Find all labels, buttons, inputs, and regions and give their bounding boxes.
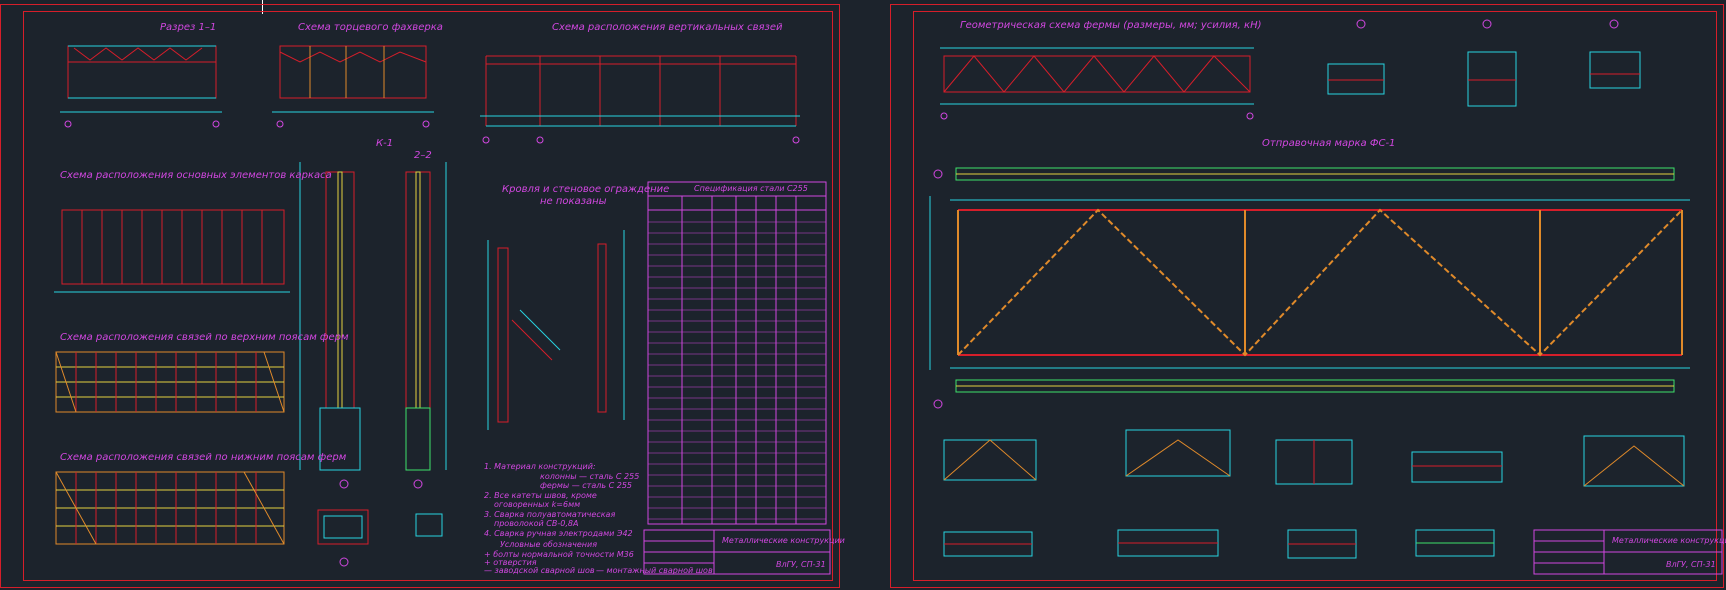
title-shipping-mark: Отправочная марка ФС-1 [1262, 138, 1396, 149]
roof-note-line-2: не показаны [540, 196, 607, 207]
title-section-1-1: Разрез 1–1 [160, 22, 217, 33]
truss-geometric-scheme [940, 47, 1254, 120]
drawing-canvas [54, 19, 1723, 575]
note-line: 1. Материал конструкций: [484, 462, 596, 471]
end-frame-drawing [272, 45, 434, 128]
note-line: оговоренных k=6мм [494, 500, 581, 509]
right-stamp-title: Металлические конструкции [1612, 536, 1726, 545]
title-vertical-bracing: Схема расположения вертикальных связей [552, 22, 783, 33]
note-line: 4. Сварка ручная электродами Э42 [484, 529, 633, 538]
column-section-2-2 [405, 162, 447, 537]
legend-item: — заводской сварной шов [484, 566, 595, 575]
title-section-2-2: 2–2 [414, 150, 432, 161]
main-elements-plan [54, 209, 290, 293]
vertical-bracing-drawing [480, 55, 800, 144]
specification-table [647, 181, 827, 525]
note-line: колонны — сталь С 255 [540, 472, 640, 481]
note-line: 2. Все катеты швов, кроме [484, 491, 597, 500]
top-node-details [1327, 19, 1641, 107]
title-upper-chord-bracing: Схема расположения связей по верхним поя… [60, 332, 349, 343]
title-lower-chord-bracing: Схема расположения связей по нижним пояс… [60, 452, 347, 463]
lower-chord-bracing-plan [55, 471, 285, 545]
section-1-1-drawing [60, 45, 222, 128]
title-column-k1: К-1 [376, 138, 394, 149]
specification-rows [648, 221, 826, 520]
column-k1-drawing [299, 162, 369, 567]
title-end-frame: Схема торцевого фахверка [298, 22, 443, 33]
upper-chord-bracing-plan [55, 351, 285, 413]
note-line: проволокой СВ-0,8А [494, 519, 579, 528]
left-stamp-code: ВлГУ, СП-31 [776, 560, 826, 569]
note-line: 3. Сварка полуавтоматическая [484, 510, 616, 519]
bottom-node-details [943, 429, 1685, 559]
legend-title: Условные обозначения [500, 540, 598, 549]
title-main-elements: Схема расположения основных элементов ка… [60, 170, 332, 181]
roof-note-line-1: Кровля и стеновое ограждение [502, 184, 670, 195]
column-node-details [487, 230, 625, 430]
spec-table-title: Спецификация стали С255 [694, 184, 808, 193]
note-line: фермы — сталь С 255 [540, 481, 633, 490]
right-stamp-code: ВлГУ, СП-31 [1666, 560, 1716, 569]
title-geometric-scheme: Геометрическая схема фермы (размеры, мм;… [960, 20, 1262, 31]
left-stamp-title: Металлические конструкции [722, 536, 845, 545]
legend-item: — монтажный сварной шов [596, 566, 713, 575]
shipping-mark-truss [929, 167, 1690, 409]
